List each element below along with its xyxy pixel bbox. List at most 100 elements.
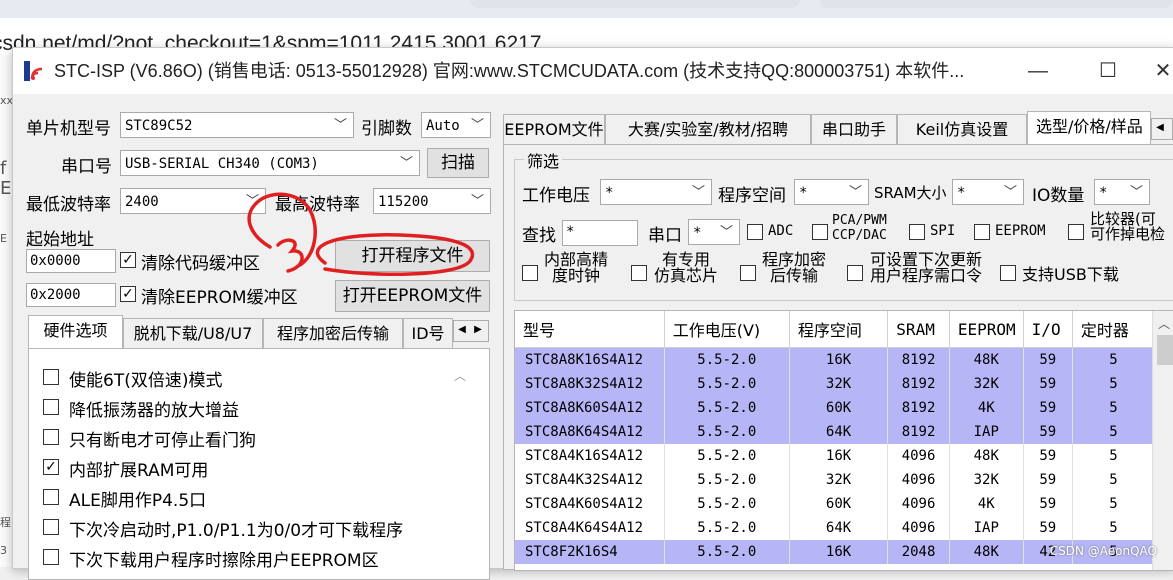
option-checkbox[interactable] bbox=[43, 489, 59, 505]
option-label: ALE脚用作P4.5口 bbox=[69, 491, 207, 511]
left-tabbar: 硬件选项 脱机下载/U8/U7 程序加密后传输 ID号 ◀ ▶ bbox=[28, 315, 489, 348]
spi-filter-checkbox[interactable] bbox=[909, 224, 925, 240]
pin-count-select[interactable]: Auto ﹀ bbox=[421, 112, 491, 138]
voltage-filter-select[interactable]: * ﹀ bbox=[600, 179, 712, 205]
cell-io: 59 bbox=[1023, 420, 1073, 444]
column-header[interactable]: I/O bbox=[1023, 311, 1073, 348]
io-filter-select[interactable]: * ﹀ bbox=[1094, 179, 1150, 205]
tab-hardware-options[interactable]: 硬件选项 bbox=[28, 315, 123, 348]
tab-keil-sim[interactable]: Keil仿真设置 bbox=[897, 114, 1027, 144]
column-header[interactable]: SRAM bbox=[887, 311, 950, 348]
table-row[interactable]: STC8A8K60S4A12 5.5-2.0 60K 8192 4K 59 5 bbox=[515, 396, 1156, 420]
serial-filter-select[interactable]: * ﹀ bbox=[688, 219, 740, 245]
cell-eeprom: 48K bbox=[949, 540, 1024, 564]
minimize-button[interactable]: — bbox=[1008, 48, 1068, 94]
maximize-button[interactable]: ☐ bbox=[1078, 48, 1138, 94]
serial-port-select[interactable]: USB-SERIAL CH340 (COM3) ﹀ bbox=[120, 150, 420, 176]
option-checkbox[interactable] bbox=[43, 369, 59, 385]
program-space-filter-select[interactable]: * ﹀ bbox=[794, 179, 869, 205]
cell-timer: 5 bbox=[1072, 516, 1156, 540]
column-header[interactable]: 程序空间 bbox=[789, 311, 889, 348]
clear-eeprom-label: 清除EEPROM缓冲区 bbox=[141, 288, 298, 308]
cell-model: STC8A8K32S4A12 bbox=[515, 372, 665, 396]
option-checkbox[interactable] bbox=[43, 399, 59, 415]
usb-filter-checkbox[interactable] bbox=[1000, 265, 1016, 281]
table-row[interactable]: STC8A8K32S4A12 5.5-2.0 32K 8192 32K 59 5 bbox=[515, 372, 1156, 396]
option-checkbox[interactable] bbox=[43, 429, 59, 445]
tab-id[interactable]: ID号 bbox=[403, 318, 453, 348]
clear-code-checkbox[interactable]: ✓ bbox=[120, 252, 136, 268]
cell-io: 59 bbox=[1023, 468, 1073, 492]
cell-model: STC8F2K16S4 bbox=[515, 540, 665, 564]
left-arrow-icon[interactable]: ◀ bbox=[454, 321, 470, 339]
strip-fragment: 3 bbox=[0, 544, 7, 557]
scan-button[interactable]: 扫描 bbox=[427, 148, 489, 178]
search-input[interactable]: * bbox=[562, 220, 638, 246]
tab-eeprom-file[interactable]: EEPROM文件 bbox=[503, 114, 605, 144]
cell-timer: 5 bbox=[1072, 468, 1156, 492]
cell-flash: 32K bbox=[789, 468, 889, 492]
option-label: 使能6T(双倍速)模式 bbox=[69, 371, 223, 391]
browser-tab[interactable] bbox=[820, 0, 1173, 8]
code-start-address-input[interactable]: 0x0000 bbox=[26, 249, 116, 273]
tab-serial-assistant[interactable]: 串口助手 bbox=[811, 114, 897, 144]
chevron-down-icon: ﹀ bbox=[1129, 185, 1143, 200]
eeprom-start-address-input[interactable]: 0x2000 bbox=[26, 283, 116, 307]
option-checkbox[interactable] bbox=[43, 549, 59, 565]
option-checkbox[interactable] bbox=[43, 519, 59, 535]
option-label: 下次下载用户程序时擦除用户EEPROM区 bbox=[69, 551, 379, 571]
clear-eeprom-checkbox[interactable]: ✓ bbox=[120, 286, 136, 302]
tab-encrypt-transfer[interactable]: 程序加密后传输 bbox=[263, 318, 403, 348]
option-label: 下次冷启动时,P1.0/P1.1为0/0才可下载程序 bbox=[69, 521, 404, 541]
tab-contest-lab[interactable]: 大赛/实验室/教材/招聘 bbox=[605, 114, 811, 144]
chip-table: 型号 工作电压(V) 程序空间 SRAM EEPROM I/O 定时器 STC8… bbox=[515, 311, 1156, 564]
title-bar[interactable]: STC-ISP (V6.86O) (销售电话: 0513-55012928) 官… bbox=[13, 48, 1173, 94]
tab-scroll-arrows[interactable]: ◀ ▶ bbox=[453, 320, 489, 342]
internal-clock-filter-checkbox[interactable] bbox=[522, 265, 538, 281]
cell-eeprom: 4K bbox=[949, 492, 1024, 516]
mcu-model-select[interactable]: STC89C52 ﹀ bbox=[120, 112, 354, 138]
column-header[interactable]: 定时器 bbox=[1072, 311, 1156, 348]
chevron-up-icon[interactable]: ︿ bbox=[1158, 315, 1170, 332]
tab-scroll-arrows[interactable]: ◀ bbox=[1151, 118, 1173, 140]
left-arrow-icon[interactable]: ◀ bbox=[1152, 119, 1168, 137]
cell-eeprom: IAP bbox=[949, 516, 1024, 540]
option-checkbox[interactable]: ✓ bbox=[43, 459, 59, 475]
chevron-down-icon: ﹀ bbox=[470, 118, 484, 133]
chevron-down-icon: ﹀ bbox=[1003, 185, 1017, 200]
mcu-model-value: STC89C52 bbox=[125, 118, 193, 134]
column-header[interactable]: EEPROM bbox=[949, 311, 1024, 348]
emulator-filter-checkbox[interactable] bbox=[631, 265, 647, 281]
table-row[interactable]: STC8A4K64S4A12 5.5-2.0 64K 4096 IAP 59 5 bbox=[515, 516, 1156, 540]
io-filter-value: * bbox=[1099, 185, 1108, 201]
comparator-filter-checkbox[interactable] bbox=[1068, 224, 1084, 240]
scrollbar-thumb[interactable] bbox=[1157, 335, 1173, 365]
cell-io: 59 bbox=[1023, 444, 1073, 468]
right-arrow-icon[interactable]: ▶ bbox=[470, 321, 486, 339]
table-row[interactable]: STC8A4K32S4A12 5.5-2.0 32K 4096 32K 59 5 bbox=[515, 468, 1156, 492]
column-header[interactable]: 工作电压(V) bbox=[664, 311, 790, 348]
cell-sram: 8192 bbox=[887, 372, 950, 396]
eeprom-filter-checkbox[interactable] bbox=[974, 224, 990, 240]
tab-offline-download[interactable]: 脱机下载/U8/U7 bbox=[123, 318, 263, 348]
table-scrollbar[interactable]: ︿ bbox=[1152, 311, 1173, 570]
tab-selection-price[interactable]: 选型/价格/样品 bbox=[1027, 111, 1151, 144]
adc-filter-checkbox[interactable] bbox=[747, 224, 763, 240]
chevron-up-icon[interactable]: ︿ bbox=[454, 367, 466, 384]
sram-filter-select[interactable]: * ﹀ bbox=[952, 179, 1024, 205]
password-filter-checkbox[interactable] bbox=[847, 265, 863, 281]
close-button[interactable]: ✕ bbox=[1148, 48, 1173, 94]
table-row[interactable]: STC8A4K60S4A12 5.5-2.0 60K 4096 4K 59 5 bbox=[515, 492, 1156, 516]
table-row[interactable]: STC8A8K64S4A12 5.5-2.0 64K 8192 IAP 59 5 bbox=[515, 420, 1156, 444]
cell-model: STC8A8K60S4A12 bbox=[515, 396, 665, 420]
table-row[interactable]: STC8A8K16S4A12 5.5-2.0 16K 8192 48K 59 5 bbox=[515, 347, 1156, 372]
pwm-filter-checkbox[interactable] bbox=[812, 224, 828, 240]
spi-filter-label: SPI bbox=[930, 223, 956, 239]
browser-tab[interactable] bbox=[470, 0, 800, 8]
table-row[interactable]: STC8A4K16S4A12 5.5-2.0 16K 4096 48K 59 5 bbox=[515, 444, 1156, 468]
cell-flash: 60K bbox=[789, 396, 889, 420]
column-header[interactable]: 型号 bbox=[515, 311, 665, 348]
option-label: 内部扩展RAM可用 bbox=[69, 461, 209, 481]
cell-sram: 4096 bbox=[887, 516, 950, 540]
encrypt-filter-checkbox[interactable] bbox=[740, 265, 756, 281]
